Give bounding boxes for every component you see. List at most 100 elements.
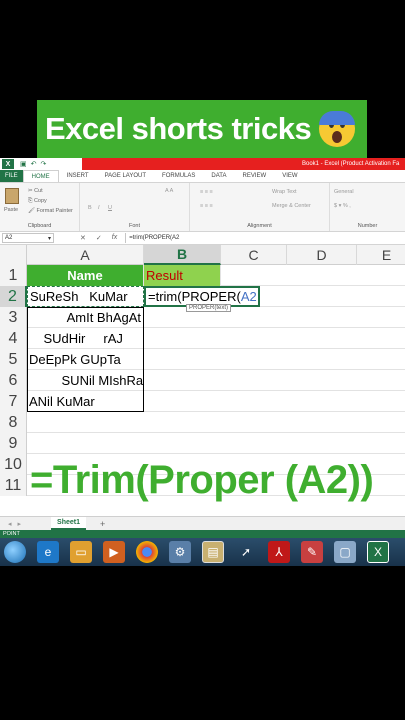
media-player-icon[interactable]: ▶: [103, 541, 125, 563]
ribbon-tabs: FILE HOME INSERT PAGE LAYOUT FORMULAS DA…: [0, 170, 405, 182]
row-6: 6 SUNil MIshRa: [0, 370, 405, 391]
tab-review[interactable]: REVIEW: [235, 170, 275, 182]
excel-window: X ▣ ↶ ↷ Book1 - Excel (Product Activatio…: [0, 158, 405, 538]
function-tooltip[interactable]: PROPER(text): [186, 304, 232, 312]
chevron-down-icon: ▾: [47, 235, 51, 242]
row-header[interactable]: 10: [0, 454, 27, 475]
window-title: Book1 - Excel (Product Activation Fa: [82, 158, 405, 170]
quick-access-toolbar: ▣ ↶ ↷: [20, 160, 46, 168]
cursor-tool-icon[interactable]: ➚: [235, 541, 257, 563]
bold-button[interactable]: B: [88, 205, 92, 211]
row-header[interactable]: 4: [0, 328, 27, 349]
excel-taskbar-icon[interactable]: X: [367, 541, 389, 563]
font-size-buttons[interactable]: A A: [165, 188, 173, 194]
tab-formulas[interactable]: FORMULAS: [154, 170, 203, 182]
row-header[interactable]: 5: [0, 349, 27, 370]
italic-button[interactable]: I: [98, 205, 100, 211]
internet-explorer-icon[interactable]: e: [37, 541, 59, 563]
pdf-editor-icon[interactable]: ✎: [301, 541, 323, 563]
row-header[interactable]: 11: [0, 475, 27, 496]
select-all-corner[interactable]: [0, 245, 27, 265]
row-1: 1 Name Result: [0, 265, 405, 286]
status-bar: POINT: [0, 530, 405, 538]
clipboard-label: Clipboard: [27, 223, 52, 229]
cancel-icon[interactable]: ✕: [80, 234, 86, 242]
tab-view[interactable]: VIEW: [274, 170, 305, 182]
tab-home[interactable]: HOME: [22, 170, 59, 182]
row-header[interactable]: 6: [0, 370, 27, 391]
pdf-icon[interactable]: ⅄: [268, 541, 290, 563]
cell-a4[interactable]: SUdHir rAJ: [27, 328, 144, 349]
folder-icon[interactable]: ▤: [202, 541, 224, 563]
copy-button[interactable]: ⎘ Copy: [28, 198, 47, 205]
number-format-icons[interactable]: $ ▾ % ,: [334, 203, 351, 209]
row-header[interactable]: 8: [0, 412, 27, 433]
wrap-text-button[interactable]: Wrap Text: [272, 189, 297, 195]
sheet-tab-bar: ◂ ▸ Sheet1 +: [0, 516, 405, 530]
font-label: Font: [128, 223, 140, 229]
row-header[interactable]: 9: [0, 433, 27, 454]
row-header[interactable]: 2: [0, 286, 27, 307]
column-header-e[interactable]: E: [357, 245, 405, 265]
cell-a2[interactable]: SuReSh KuMar: [27, 286, 144, 307]
row-8: 8: [0, 412, 405, 433]
screen-recorder-icon[interactable]: ▢: [334, 541, 356, 563]
enter-icon[interactable]: ✓: [96, 234, 102, 242]
cell-a7[interactable]: ANil KuMar: [27, 391, 144, 412]
paste-icon[interactable]: [5, 188, 19, 204]
cell-b1[interactable]: Result: [144, 265, 221, 286]
column-header-d[interactable]: D: [287, 245, 357, 265]
save-icon[interactable]: ▣: [20, 160, 27, 168]
sheet-scroll-right-icon[interactable]: ▸: [18, 520, 22, 528]
name-box[interactable]: A2 ▾: [2, 233, 54, 243]
network-icon[interactable]: ⚙: [169, 541, 191, 563]
undo-icon[interactable]: ↶: [31, 160, 37, 168]
align-left-icon[interactable]: ≡ ≡ ≡: [200, 203, 213, 209]
sheet-tab-sheet1[interactable]: Sheet1: [51, 517, 86, 530]
number-group: General $ ▾ % , Number: [330, 183, 405, 231]
windows-start-icon[interactable]: [4, 541, 26, 563]
cell-a3[interactable]: AmIt BhAgAt: [27, 307, 144, 328]
title-bar: X ▣ ↶ ↷ Book1 - Excel (Product Activatio…: [0, 158, 405, 170]
column-headers: A B C D E: [0, 245, 405, 265]
format-painter-button[interactable]: 🖌 Format Painter: [28, 208, 73, 214]
row-header[interactable]: 7: [0, 391, 27, 412]
file-explorer-icon[interactable]: ▭: [70, 541, 92, 563]
row-9: 9: [0, 433, 405, 454]
clipboard-group: Paste ✂ Cut ⎘ Copy 🖌 Format Painter Clip…: [0, 183, 80, 231]
cut-button[interactable]: ✂ Cut: [28, 188, 43, 194]
banner-text: Excel shorts tricks: [45, 111, 312, 146]
cell-a1[interactable]: Name: [27, 265, 144, 286]
paste-button[interactable]: Paste: [4, 207, 18, 213]
cell-a6[interactable]: SUNil MIshRa: [27, 370, 144, 391]
alignment-label: Alignment: [247, 223, 272, 229]
formula-overlay-caption: =Trim(Proper (A2)): [30, 458, 374, 502]
tab-file[interactable]: FILE: [0, 170, 23, 182]
number-format-select[interactable]: General: [334, 189, 354, 195]
video-title-banner: Excel shorts tricks: [37, 100, 367, 158]
row-header[interactable]: 1: [0, 265, 27, 286]
tab-data[interactable]: DATA: [203, 170, 234, 182]
tab-page-layout[interactable]: PAGE LAYOUT: [97, 170, 154, 182]
formula-bar: A2 ▾ ✕ ✓ fx =trim(PROPER(A2: [0, 232, 405, 245]
column-header-a[interactable]: A: [27, 245, 144, 265]
chrome-icon[interactable]: [136, 541, 158, 563]
cell-a5[interactable]: DeEpPk GUpTa: [27, 349, 144, 370]
column-header-b[interactable]: B: [144, 245, 221, 265]
excel-logo-icon: X: [2, 159, 14, 169]
number-label: Number: [357, 223, 378, 229]
formula-input[interactable]: =trim(PROPER(A2: [125, 233, 405, 243]
align-top-icon[interactable]: ≡ ≡ ≡: [200, 189, 213, 195]
sheet-scroll-left-icon[interactable]: ◂: [8, 520, 12, 528]
tab-insert[interactable]: INSERT: [59, 170, 97, 182]
insert-function-icon[interactable]: fx: [112, 234, 117, 242]
formula-bar-icons: ✕ ✓ fx: [80, 234, 117, 242]
row-header[interactable]: 3: [0, 307, 27, 328]
merge-center-button[interactable]: Merge & Center: [272, 203, 311, 209]
underline-button[interactable]: U: [108, 205, 112, 211]
windows-taskbar: e ▭ ▶ ⚙ ▤ ➚ ⅄ ✎ ▢ X: [0, 538, 405, 566]
worksheet-grid: A B C D E 1 Name Result 2 SuReSh KuMar =…: [0, 245, 405, 496]
add-sheet-icon[interactable]: +: [100, 519, 105, 529]
column-header-c[interactable]: C: [221, 245, 287, 265]
redo-icon[interactable]: ↷: [41, 160, 47, 168]
